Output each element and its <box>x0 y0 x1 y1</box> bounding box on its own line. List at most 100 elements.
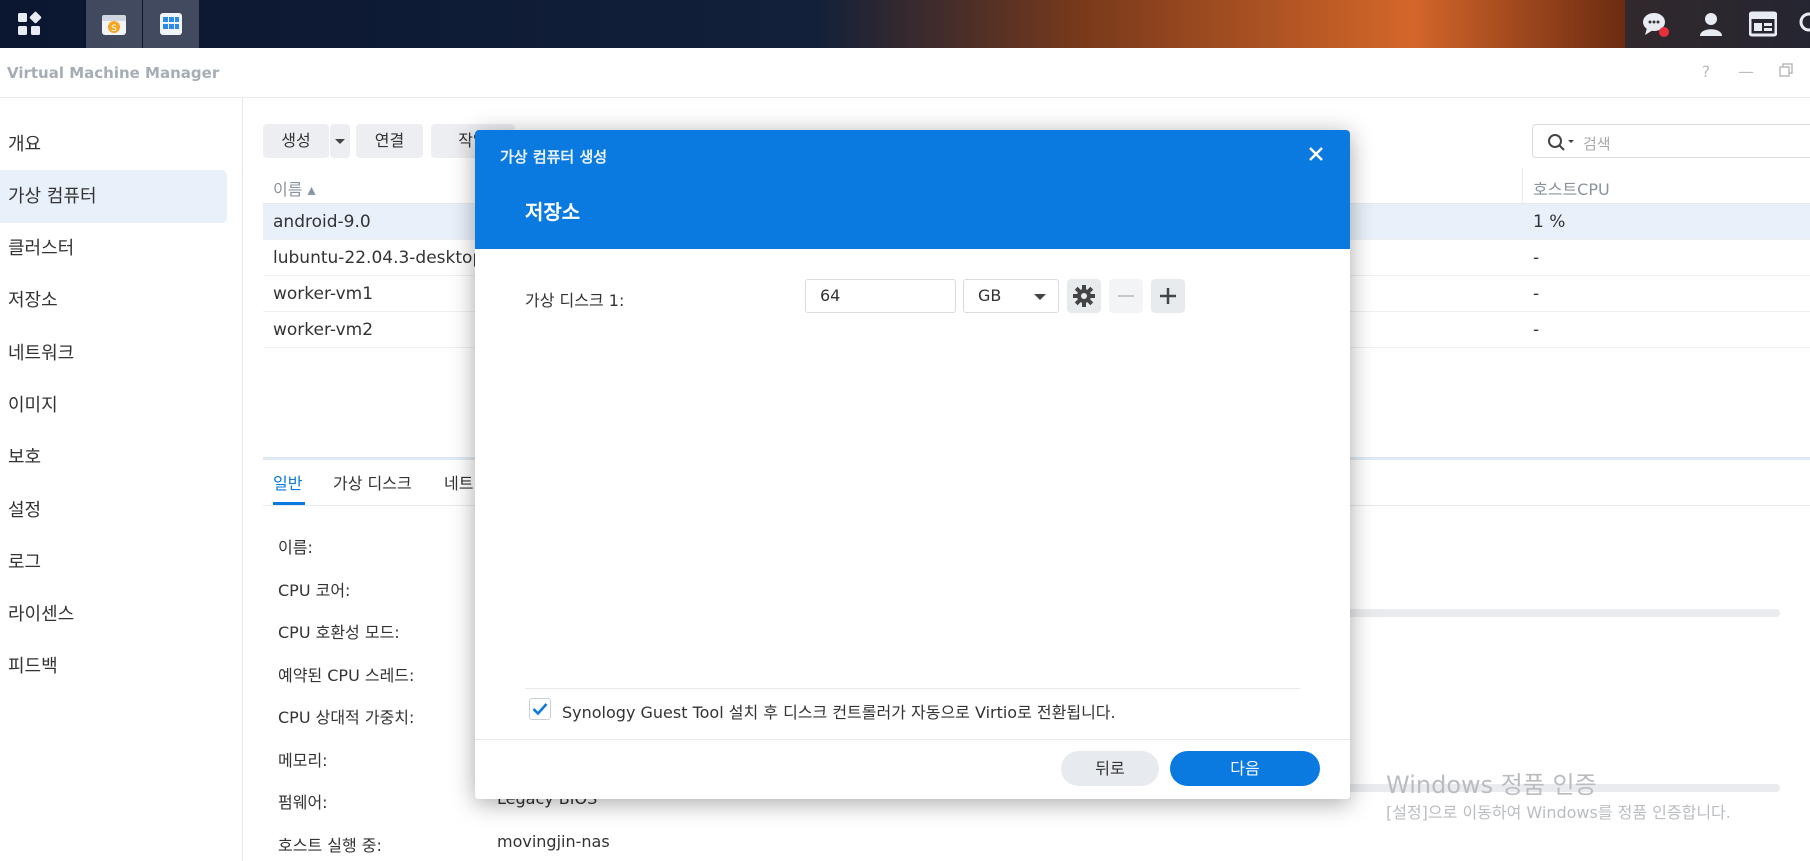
sidebar-item-settings[interactable]: 설정 <box>0 484 227 537</box>
minimize-icon: — <box>1738 62 1754 81</box>
chat-icon <box>1643 13 1669 37</box>
disk-size-input[interactable]: 64 <box>805 279 956 313</box>
sidebar-item-label: 피드백 <box>8 656 58 677</box>
widgets-button[interactable] <box>1747 8 1779 40</box>
tab-network[interactable]: 네트 <box>444 470 473 494</box>
virtio-checkbox-label: Synology Guest Tool 설치 후 디스크 컨트롤러가 자동으로 … <box>562 703 1116 722</box>
window-title: Virtual Machine Manager <box>7 64 220 82</box>
taskbar-tray <box>1625 0 1810 48</box>
field-label-reserved-threads: 예약된 CPU 스레드: <box>278 666 415 685</box>
sidebar-item-label: 라이센스 <box>8 604 75 625</box>
create-dropdown-button[interactable] <box>330 124 350 158</box>
disk-settings-button[interactable] <box>1067 279 1101 313</box>
caret-down-icon <box>1034 294 1046 300</box>
vm-cpu: - <box>1533 248 1540 268</box>
activation-watermark-text: [설정]으로 이동하여 Windows를 정품 인증합니다. <box>1386 803 1731 822</box>
tab-virtual-disk[interactable]: 가상 디스크 <box>333 470 412 494</box>
sidebar-item-label: 로그 <box>8 552 42 573</box>
dialog-button-bar: 뒤로 다음 <box>475 739 1350 799</box>
field-label-cpu-weight: CPU 상대적 가중치: <box>278 708 415 727</box>
dialog-step-title: 저장소 <box>525 200 581 224</box>
vm-name: android-9.0 <box>273 212 371 232</box>
back-button[interactable]: 뒤로 <box>1061 751 1159 786</box>
search-icon <box>1799 12 1810 32</box>
main-menu-button[interactable] <box>0 0 58 48</box>
minimize-button[interactable]: — <box>1736 62 1756 82</box>
column-separator <box>1522 168 1523 204</box>
virtual-disk-label: 가상 디스크 1: <box>525 291 625 310</box>
help-button[interactable]: ? <box>1696 62 1716 82</box>
close-button[interactable] <box>1304 144 1328 168</box>
sidebar-item-label: 개요 <box>8 134 42 155</box>
field-label-firmware: 펌웨어: <box>278 793 328 812</box>
minus-icon <box>1118 295 1134 297</box>
field-value-host: movingjin-nas <box>497 832 610 851</box>
disk-unit-select[interactable]: GB <box>963 279 1059 313</box>
sidebar-item-label: 이미지 <box>8 395 58 416</box>
sidebar: 개요 가상 컴퓨터 클러스터 저장소 네트워크 이미지 보호 설정 로그 라이센… <box>0 98 243 861</box>
virtio-checkbox[interactable] <box>529 698 551 720</box>
grid-menu-icon <box>18 11 42 35</box>
field-label-memory: 메모리: <box>278 751 328 770</box>
tab-general[interactable]: 일반 <box>273 470 302 494</box>
checkmark-icon <box>532 703 548 716</box>
taskbar-search-button[interactable] <box>1797 8 1810 40</box>
user-icon <box>1700 13 1722 36</box>
vm-cpu: - <box>1533 320 1540 340</box>
usage-bar <box>1340 609 1780 617</box>
sidebar-item-feedback[interactable]: 피드백 <box>0 640 227 693</box>
sidebar-item-label: 네트워크 <box>8 343 75 364</box>
create-button[interactable]: 생성 <box>263 124 329 158</box>
search-field[interactable]: 검색 <box>1532 124 1810 158</box>
create-vm-dialog: 가상 컴퓨터 생성 저장소 가상 디스크 1: 64 GB Synology G… <box>475 130 1350 799</box>
sidebar-item-label: 설정 <box>8 500 42 521</box>
sidebar-item-protection[interactable]: 보호 <box>0 431 227 484</box>
sidebar-item-label: 보호 <box>8 447 42 468</box>
sidebar-item-storage[interactable]: 저장소 <box>0 274 227 327</box>
sidebar-item-label: 저장소 <box>8 290 58 311</box>
sidebar-item-image[interactable]: 이미지 <box>0 379 227 432</box>
sidebar-item-log[interactable]: 로그 <box>0 536 227 589</box>
restore-button[interactable] <box>1776 62 1796 82</box>
sidebar-item-overview[interactable]: 개요 <box>0 118 227 171</box>
vm-cpu: - <box>1533 284 1540 304</box>
restore-icon <box>1779 63 1793 77</box>
taskbar-app-vmm[interactable] <box>143 0 199 48</box>
taskbar: S <box>0 0 1810 48</box>
package-center-icon: S <box>102 15 126 35</box>
search-icon <box>1548 134 1574 151</box>
vm-name: lubuntu-22.04.3-desktop <box>273 248 484 268</box>
column-header-host-cpu[interactable]: 호스트CPU <box>1533 176 1610 200</box>
field-label-cpu-compat: CPU 호환성 모드: <box>278 623 400 642</box>
chat-notification-button[interactable] <box>1639 8 1671 40</box>
next-button[interactable]: 다음 <box>1170 751 1320 786</box>
search-placeholder: 검색 <box>1583 135 1611 153</box>
vm-name: worker-vm2 <box>273 320 374 340</box>
remove-disk-button[interactable] <box>1109 279 1143 313</box>
help-icon: ? <box>1701 62 1711 81</box>
close-icon <box>1309 147 1323 161</box>
widgets-icon <box>1749 11 1777 37</box>
add-disk-button[interactable] <box>1151 279 1185 313</box>
taskbar-app-package-center[interactable]: S <box>86 0 142 48</box>
activation-watermark-title: Windows 정품 인증 <box>1386 771 1597 799</box>
sidebar-item-network[interactable]: 네트워크 <box>0 327 227 380</box>
sidebar-item-label: 가상 컴퓨터 <box>8 186 97 207</box>
connect-button[interactable]: 연결 <box>356 124 423 158</box>
plus-icon <box>1160 288 1176 304</box>
svg-text:S: S <box>111 24 117 34</box>
user-button[interactable] <box>1695 8 1727 40</box>
dialog-header: 가상 컴퓨터 생성 저장소 <box>475 130 1350 249</box>
vmm-app-icon <box>160 13 182 35</box>
disk-unit-value: GB <box>978 286 1002 305</box>
vm-cpu: 1 % <box>1533 212 1566 232</box>
divider <box>525 688 1300 689</box>
field-label-cpu-cores: CPU 코어: <box>278 581 351 600</box>
sidebar-item-virtual-machines[interactable]: 가상 컴퓨터 <box>0 170 227 223</box>
sidebar-item-license[interactable]: 라이센스 <box>0 588 227 641</box>
column-header-name[interactable]: 이름 ▴ <box>273 176 316 200</box>
gear-icon <box>1073 285 1095 307</box>
field-label-host: 호스트 실행 중: <box>278 836 382 855</box>
sidebar-item-cluster[interactable]: 클러스터 <box>0 222 227 275</box>
window-titlebar: Virtual Machine Manager ? — <box>0 48 1810 98</box>
